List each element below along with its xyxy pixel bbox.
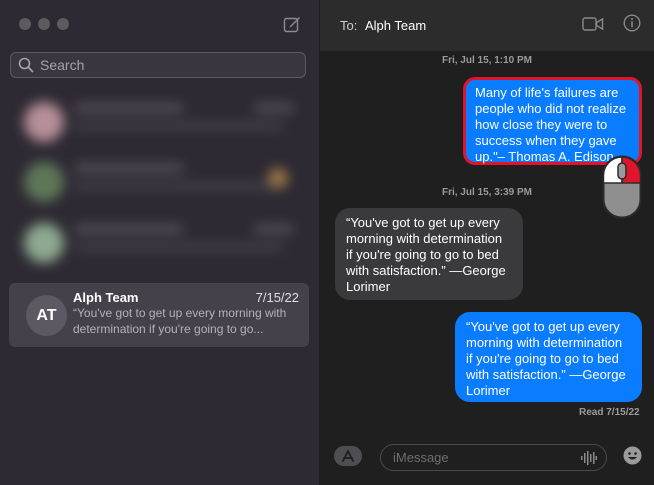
video-icon[interactable] (582, 16, 604, 32)
recipient-name[interactable]: Alph Team (365, 18, 426, 33)
minimize-window-button[interactable] (38, 18, 50, 30)
conversation-name: Alph Team (73, 290, 139, 305)
blurred-conversation[interactable] (10, 213, 308, 275)
compose-icon[interactable] (283, 15, 301, 33)
timestamp: Fri, Jul 15, 1:10 PM (441, 55, 533, 66)
conversation-row-alph-team[interactable]: AT Alph Team 7/15/22 “You've got to get … (9, 283, 309, 347)
outgoing-message[interactable]: “You've got to get up every morning with… (455, 312, 642, 402)
outgoing-message[interactable]: Many of life's failures are people who d… (463, 77, 642, 165)
search-icon (18, 57, 34, 73)
search-input[interactable] (40, 57, 290, 73)
zoom-window-button[interactable] (57, 18, 69, 30)
avatar: AT (26, 295, 67, 336)
blurred-conversation[interactable] (10, 92, 308, 154)
chat-pane: To: Alph Team Fri, Jul 15, 1:10 PM Many … (320, 0, 654, 485)
chat-header: To: Alph Team (320, 0, 654, 51)
read-receipt: Read 7/15/22 (579, 407, 640, 418)
window-controls (19, 18, 69, 30)
audio-wave-icon[interactable] (581, 451, 597, 465)
to-label: To: (340, 18, 358, 33)
conversation-preview: “You've got to get up every morning with… (73, 306, 287, 336)
message-field[interactable] (380, 444, 607, 471)
info-icon[interactable] (623, 14, 641, 32)
incoming-message[interactable]: “You've got to get up every morning with… (335, 208, 523, 300)
app-store-icon (342, 450, 354, 462)
app-store-button[interactable] (334, 446, 362, 466)
search-field[interactable] (10, 52, 306, 78)
conversation-date: 7/15/22 (255, 290, 299, 305)
sidebar: AT Alph Team 7/15/22 “You've got to get … (0, 0, 319, 485)
close-window-button[interactable] (19, 18, 31, 30)
mouse-left-click-icon (602, 155, 642, 219)
blurred-conversation[interactable] (10, 152, 308, 214)
emoji-icon[interactable] (623, 446, 642, 465)
message-input[interactable] (393, 450, 568, 465)
